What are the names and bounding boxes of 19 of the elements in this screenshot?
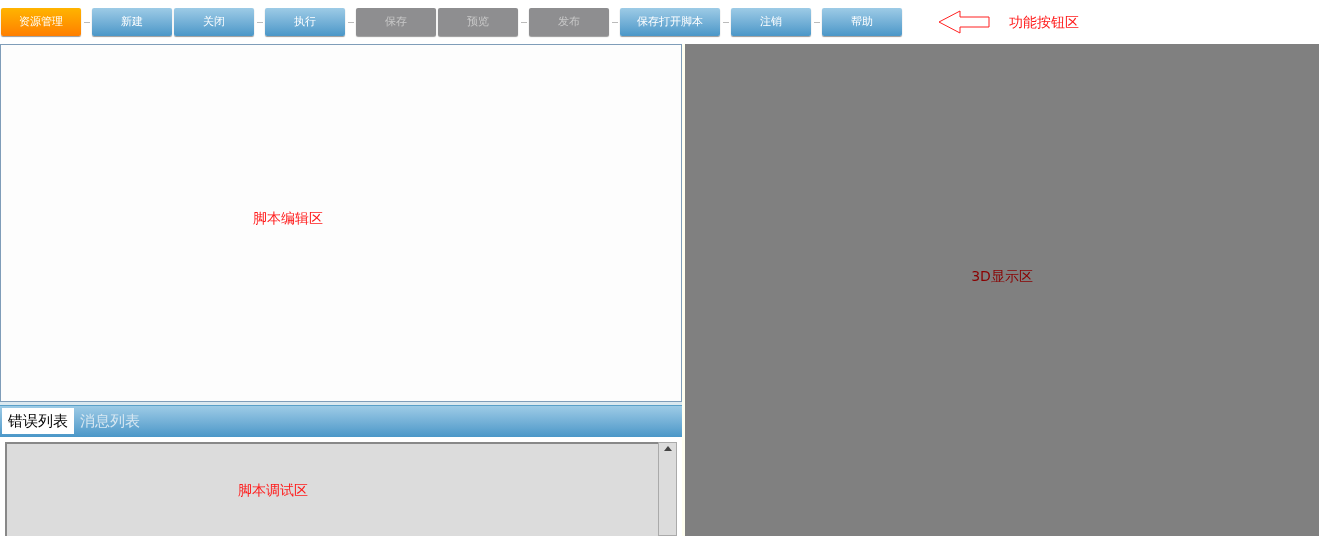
scroll-up-arrow-icon[interactable] xyxy=(663,446,672,451)
debug-output-area[interactable]: 脚本调试区 xyxy=(5,442,658,536)
toolbar-button[interactable]: 注销 xyxy=(731,8,811,36)
annotation-label: 功能按钮区 xyxy=(1009,12,1079,32)
tab[interactable]: 消息列表 xyxy=(74,408,146,434)
annotation-label: 3D显示区 xyxy=(971,266,1033,286)
toolbar-button[interactable]: 新建 xyxy=(92,8,172,36)
3d-viewport[interactable]: 3D显示区 xyxy=(685,44,1319,536)
script-editor[interactable]: 脚本编辑区 xyxy=(0,44,682,402)
tab[interactable]: 错误列表 xyxy=(2,408,74,434)
annotation-label: 脚本编辑区 xyxy=(253,208,323,228)
toolbar-button[interactable]: 保存打开脚本 xyxy=(620,8,720,36)
scrollbar[interactable] xyxy=(658,442,677,536)
left-arrow-icon xyxy=(938,10,990,34)
toolbar-button[interactable]: 资源管理 xyxy=(1,8,81,36)
annotation-label: 脚本调试区 xyxy=(237,481,308,500)
toolbar-button[interactable]: 帮助 xyxy=(822,8,902,36)
toolbar-button[interactable]: 关闭 xyxy=(174,8,254,36)
toolbar-button[interactable]: 执行 xyxy=(265,8,345,36)
